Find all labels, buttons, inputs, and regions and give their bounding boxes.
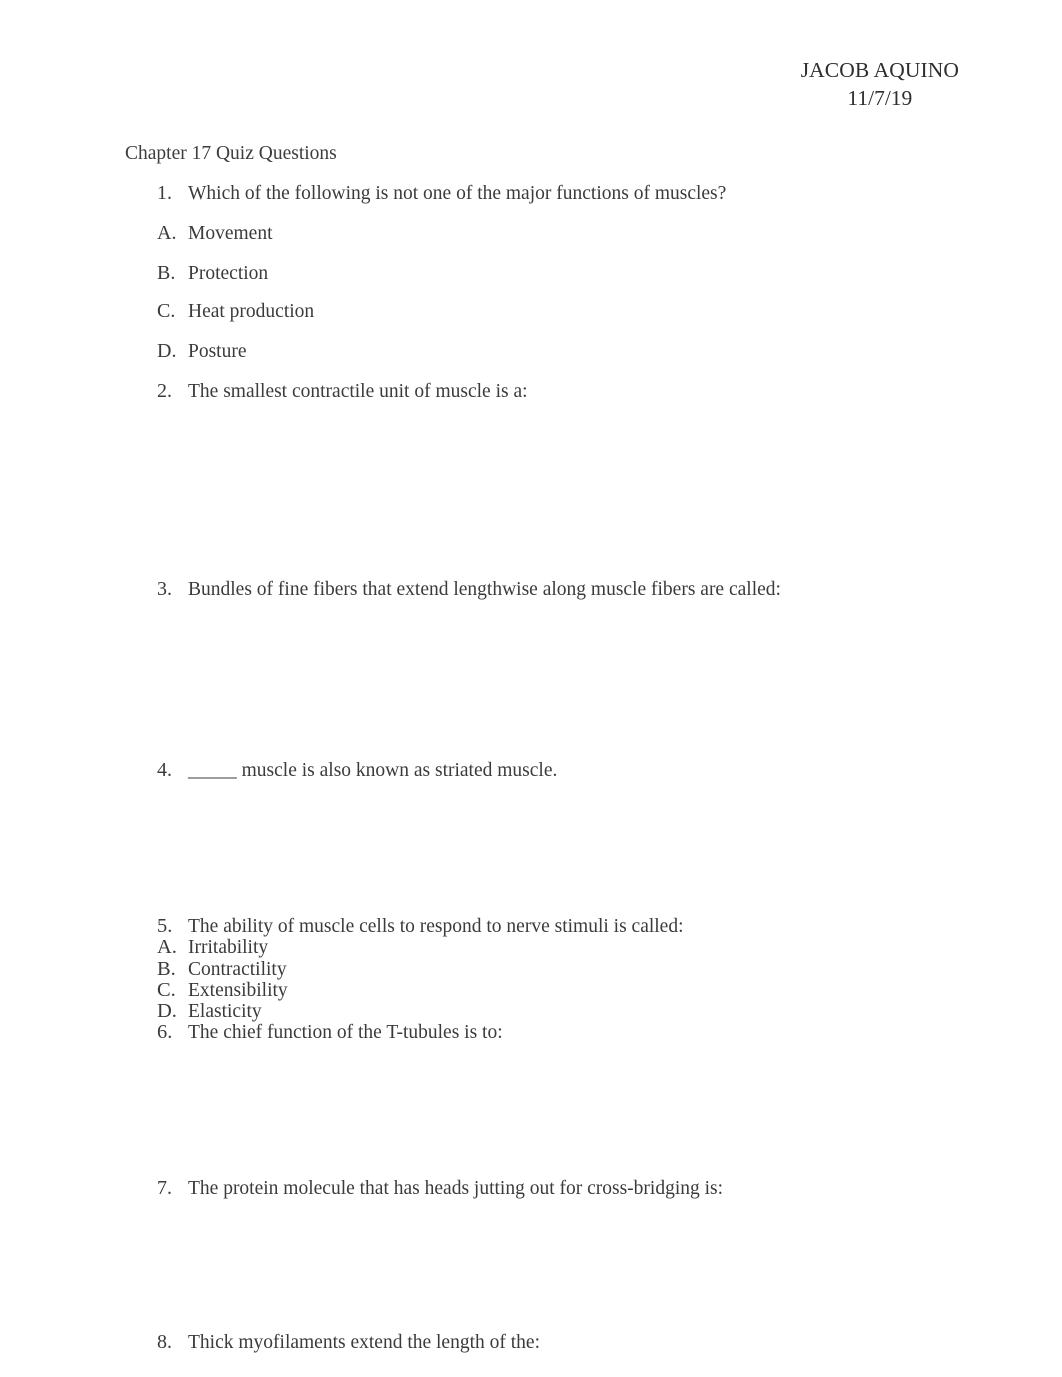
- question-text: The smallest contractile unit of muscle …: [188, 381, 528, 402]
- list-marker: D.: [157, 340, 177, 362]
- answer-option-text: Heat production: [188, 301, 315, 322]
- list-marker: D.: [157, 1000, 177, 1022]
- list-marker: 8.: [157, 1331, 172, 1353]
- list-marker: 3.: [157, 578, 172, 600]
- answer-highlight: Irritability: [186, 937, 286, 960]
- list-marker: A.: [157, 936, 177, 958]
- list-marker: 7.: [157, 1177, 172, 1199]
- list-marker: B.: [157, 262, 176, 284]
- list-marker: 4.: [157, 759, 172, 781]
- answer-option-text: Contractility: [188, 959, 287, 980]
- list-marker: 5.: [157, 915, 173, 937]
- list-marker: C.: [157, 979, 176, 1001]
- list-marker: B.: [157, 958, 176, 980]
- answer-highlight: Posture: [186, 341, 263, 364]
- question-text: The ability of muscle cells to respond t…: [188, 916, 684, 937]
- header-date: 11/7/19: [847, 86, 913, 111]
- question-text: The chief function of the T-tubules is t…: [188, 1022, 503, 1043]
- answer-option-text: Movement: [188, 223, 273, 244]
- question-text: _____ muscle is also known as striated m…: [188, 760, 558, 781]
- document-title: Chapter 17 Quiz Questions: [125, 143, 337, 164]
- answer-option-text: Extensibility: [188, 980, 288, 1001]
- question-text: Bundles of fine fibers that extend lengt…: [188, 579, 781, 600]
- list-marker: 6.: [157, 1021, 173, 1043]
- question-text: The protein molecule that has heads jutt…: [188, 1178, 724, 1199]
- answer-option-text: Elasticity: [188, 1001, 262, 1022]
- list-marker: C.: [157, 300, 176, 322]
- question-text: Thick myofilaments extend the length of …: [188, 1332, 540, 1353]
- answer-option-text: Protection: [188, 263, 269, 284]
- list-marker: 2.: [157, 380, 172, 402]
- answer-option-highlighted: Posture: [186, 341, 263, 364]
- document-page: JACOB AQUINO 11/7/19 Chapter 17 Quiz Que…: [0, 0, 1062, 1377]
- question-text: Which of the following is not one of the…: [188, 183, 727, 204]
- list-marker: 1.: [157, 182, 172, 204]
- answer-option-highlighted: Irritability: [186, 937, 286, 960]
- document-header: JACOB AQUINO 11/7/19: [801, 56, 959, 113]
- header-author-name: JACOB AQUINO: [800, 58, 959, 82]
- list-marker: A.: [157, 222, 177, 244]
